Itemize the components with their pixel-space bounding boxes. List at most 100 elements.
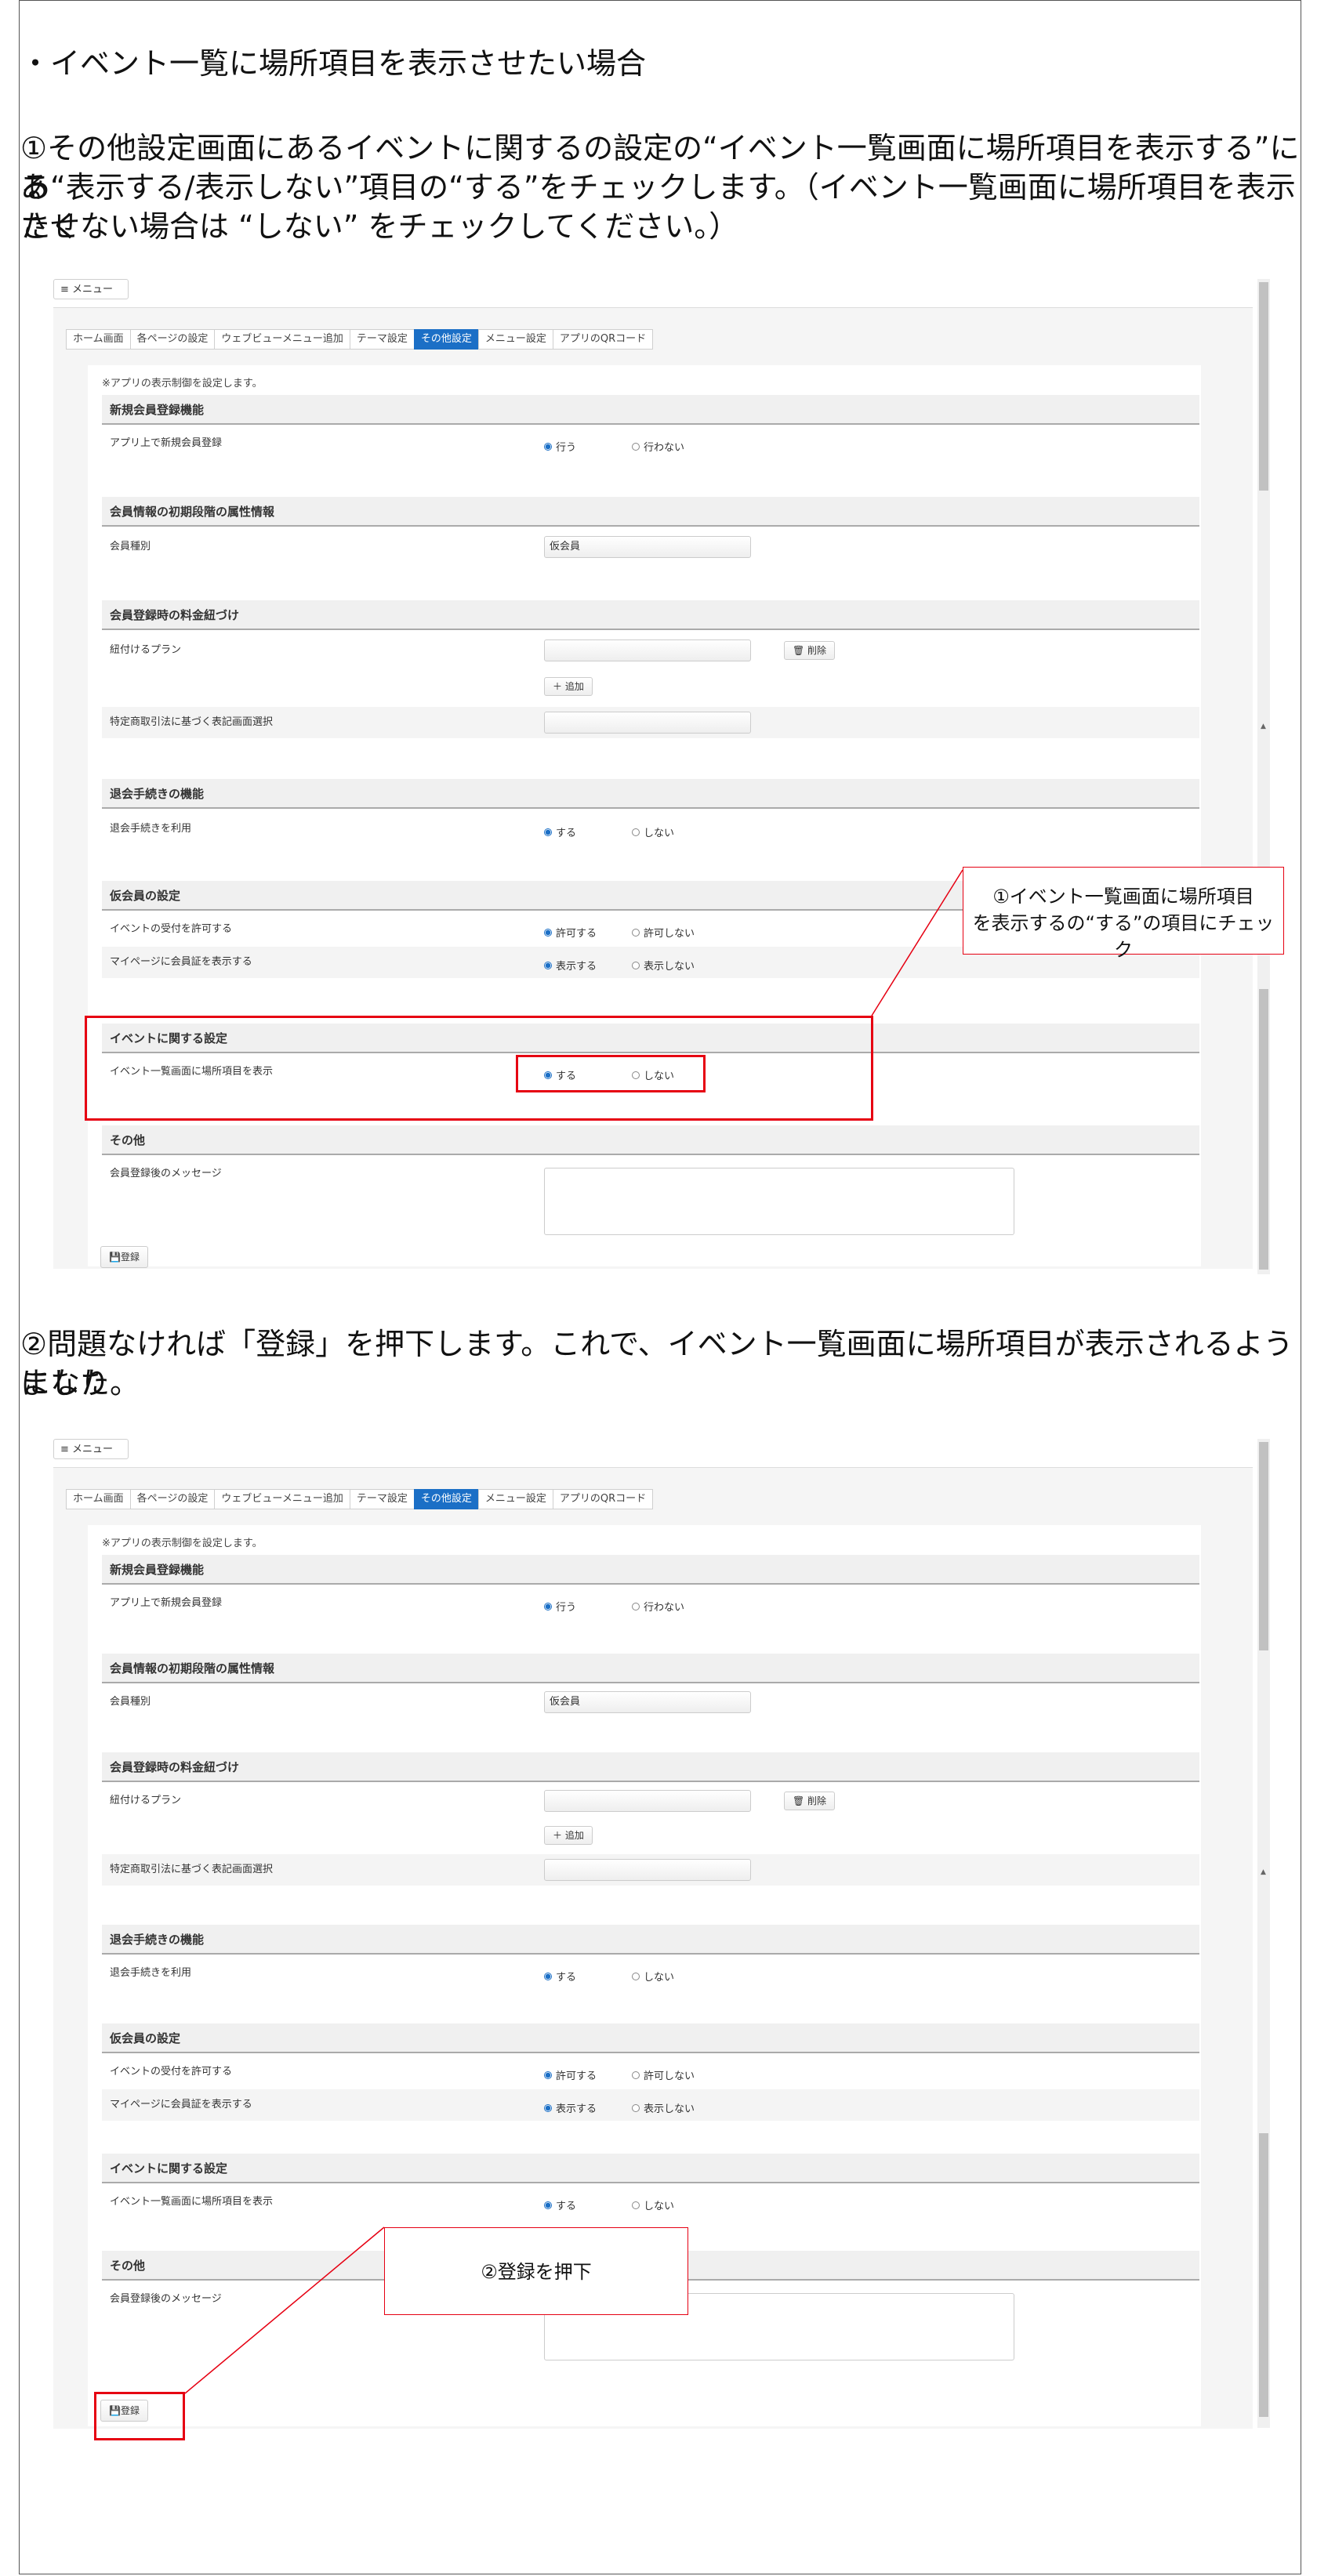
radio-unchecked-icon	[632, 2201, 640, 2209]
delete-plan-button[interactable]: 🗑 削除	[784, 1792, 836, 1810]
radio-withdraw-yes[interactable]: する	[544, 824, 576, 839]
step2-text-line1: ②問題なければ「登録」を押下します。これで、イベント一覧画面に場所項目が表示され…	[20, 1327, 1293, 1400]
highlight-location-yes	[516, 1055, 706, 1092]
radio-checked-icon	[544, 961, 552, 969]
radio-checked-icon	[544, 2201, 552, 2209]
scrollbar[interactable]: ▲	[1257, 1439, 1270, 2428]
section-new-member: 新規会員登録機能	[102, 395, 1199, 425]
scroll-up-arrow-icon[interactable]: ▲	[1261, 723, 1266, 730]
section-pricing: 会員登録時の料金紐づけ	[102, 600, 1199, 630]
commerce-law-select[interactable]	[544, 712, 751, 734]
radio-checked-icon	[544, 1972, 552, 1980]
radio-accept-allow[interactable]: 許可する	[544, 2067, 597, 2082]
scroll-thumb-top[interactable]	[1259, 1442, 1268, 1650]
post-message-textarea[interactable]	[544, 1168, 1014, 1235]
tab-home[interactable]: ホーム画面	[66, 329, 131, 350]
settings-screenshot-1: ≡ メニュー ホーム画面 各ページの設定 ウェブビューメニュー追加 テーマ設定 …	[53, 279, 1270, 1298]
tab-menu-settings[interactable]: メニュー設定	[477, 329, 553, 350]
radio-card-show[interactable]: 表示する	[544, 2100, 597, 2115]
delete-plan-button[interactable]: 🗑 削除	[784, 641, 836, 660]
settings-note: ※アプリの表示制御を設定します。	[102, 378, 263, 389]
tab-theme[interactable]: テーマ設定	[349, 1489, 415, 1509]
member-type-select[interactable]: 仮会員	[544, 536, 751, 558]
radio-unchecked-icon	[632, 2071, 640, 2079]
callout-step1: ①イベント一覧画面に場所項目 を表示するの“する”の項目にチェック	[963, 867, 1284, 961]
scrollbar[interactable]: ▲	[1257, 279, 1270, 1274]
radio-checked-icon	[544, 2103, 552, 2112]
register-button[interactable]: 💾登録	[100, 1246, 148, 1268]
tab-webview-menu[interactable]: ウェブビューメニュー追加	[214, 1489, 350, 1509]
tab-app-qr[interactable]: アプリのQRコード	[552, 329, 654, 350]
radio-withdraw-yes[interactable]: する	[544, 1969, 576, 1984]
scroll-up-arrow-icon[interactable]: ▲	[1261, 1868, 1266, 1876]
radio-checked-icon	[544, 1602, 552, 1610]
settings-note: ※アプリの表示制御を設定します。	[102, 1538, 263, 1549]
radio-checked-icon	[544, 928, 552, 937]
radio-card-show[interactable]: 表示する	[544, 958, 597, 973]
radio-unchecked-icon	[632, 928, 640, 937]
plan-select[interactable]	[544, 639, 751, 661]
section-event: イベントに関する設定	[102, 2154, 1199, 2183]
tab-page-settings[interactable]: 各ページの設定	[129, 1489, 216, 1509]
radio-accept-allow[interactable]: 許可する	[544, 925, 597, 940]
tab-page-settings[interactable]: 各ページの設定	[129, 329, 216, 350]
radio-unchecked-icon	[632, 1602, 640, 1610]
plan-select[interactable]	[544, 1790, 751, 1812]
scroll-thumb-bottom[interactable]	[1259, 2133, 1268, 2417]
radio-location-yes[interactable]: する	[544, 2197, 576, 2212]
section-withdrawal: 退会手続きの機能	[102, 1925, 1199, 1955]
radio-accept-disallow[interactable]: 許可しない	[632, 925, 695, 940]
radio-withdraw-no[interactable]: しない	[632, 824, 674, 839]
callout-step2: ②登録を押下	[384, 2227, 688, 2315]
settings-tabs: ホーム画面 各ページの設定 ウェブビューメニュー追加 テーマ設定 その他設定 メ…	[66, 329, 654, 350]
radio-checked-icon	[544, 828, 552, 836]
radio-register-do[interactable]: 行う	[544, 1599, 576, 1614]
callout-step1-line1: ①イベント一覧画面に場所項目	[992, 886, 1254, 908]
radio-checked-icon	[544, 442, 552, 451]
radio-card-hide[interactable]: 表示しない	[632, 958, 695, 973]
radio-register-dont[interactable]: 行わない	[632, 1599, 684, 1614]
radio-accept-disallow[interactable]: 許可しない	[632, 2067, 695, 2082]
section-provisional: 仮会員の設定	[102, 2023, 1199, 2053]
step1-text-line3: たくない場合は “しない” をチェックしてください。）	[20, 209, 739, 244]
section-pricing: 会員登録時の料金紐づけ	[102, 1752, 1199, 1782]
highlight-register-button	[94, 2392, 185, 2440]
radio-location-no[interactable]: しない	[632, 2197, 674, 2212]
menu-button[interactable]: ≡ メニュー	[53, 279, 129, 299]
scroll-thumb-top[interactable]	[1259, 282, 1268, 491]
settings-tabs: ホーム画面 各ページの設定 ウェブビューメニュー追加 テーマ設定 その他設定 メ…	[66, 1489, 654, 1509]
step2-text-line2: ました。	[20, 1366, 140, 1400]
radio-register-do[interactable]: 行う	[544, 439, 576, 454]
radio-card-hide[interactable]: 表示しない	[632, 2100, 695, 2115]
highlight-event-section	[85, 1016, 873, 1121]
radio-unchecked-icon	[632, 442, 640, 451]
section-attributes: 会員情報の初期段階の属性情報	[102, 497, 1199, 527]
section-title: ・イベント一覧に場所項目を表示させたい場合	[20, 46, 647, 81]
callout-step1-line2: を表示するの“する”の項目にチェック	[972, 912, 1275, 961]
tab-webview-menu[interactable]: ウェブビューメニュー追加	[214, 329, 350, 350]
radio-withdraw-no[interactable]: しない	[632, 1969, 674, 1984]
member-type-select[interactable]: 仮会員	[544, 1691, 751, 1713]
section-withdrawal: 退会手続きの機能	[102, 779, 1199, 809]
add-plan-button[interactable]: ＋ 追加	[544, 1826, 593, 1845]
radio-register-dont[interactable]: 行わない	[632, 439, 684, 454]
scroll-thumb-bottom[interactable]	[1259, 989, 1268, 1270]
add-plan-button[interactable]: ＋ 追加	[544, 677, 593, 696]
section-new-member: 新規会員登録機能	[102, 1555, 1199, 1585]
section-attributes: 会員情報の初期段階の属性情報	[102, 1654, 1199, 1683]
settings-panel: ※アプリの表示制御を設定します。 新規会員登録機能 アプリ上で新規会員登録 行う…	[88, 365, 1201, 1268]
section-other: その他	[102, 1125, 1199, 1155]
radio-unchecked-icon	[632, 2103, 640, 2112]
tab-home[interactable]: ホーム画面	[66, 1489, 131, 1509]
commerce-law-select[interactable]	[544, 1859, 751, 1881]
tab-app-qr[interactable]: アプリのQRコード	[552, 1489, 654, 1509]
tab-theme[interactable]: テーマ設定	[349, 329, 415, 350]
radio-checked-icon	[544, 2071, 552, 2079]
tab-other-settings[interactable]: その他設定	[413, 329, 479, 350]
radio-unchecked-icon	[632, 1972, 640, 1980]
menu-button[interactable]: ≡ メニュー	[53, 1439, 129, 1459]
tab-other-settings[interactable]: その他設定	[413, 1489, 479, 1509]
radio-unchecked-icon	[632, 961, 640, 969]
radio-unchecked-icon	[632, 828, 640, 836]
tab-menu-settings[interactable]: メニュー設定	[477, 1489, 553, 1509]
